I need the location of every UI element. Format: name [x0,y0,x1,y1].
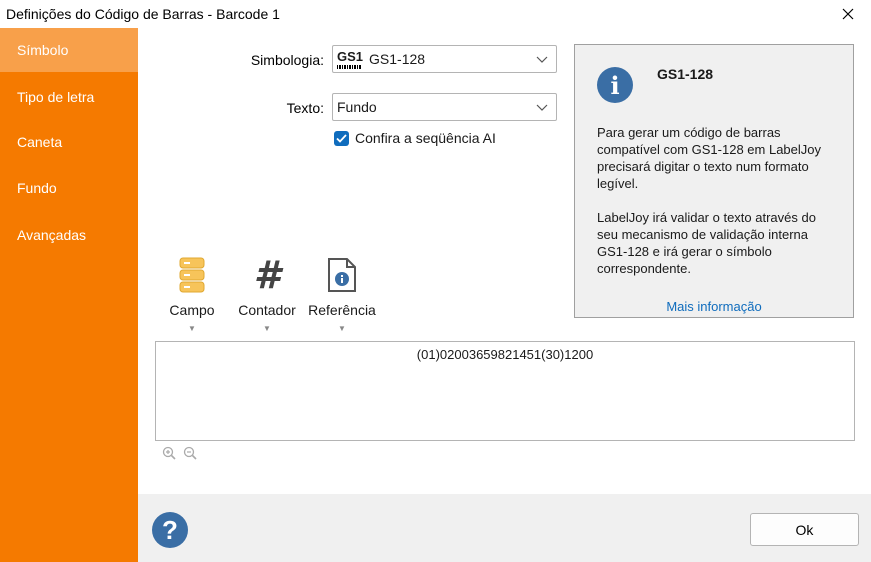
confirm-ai-label: Confira a seqüência AI [355,130,496,146]
sidebar-item-caneta[interactable]: Caneta [0,120,138,164]
sidebar: Símbolo Tipo de letra Caneta Fundo Avanç… [0,28,138,562]
sidebar-item-fundo[interactable]: Fundo [0,166,138,210]
symbology-select[interactable]: GS1 GS1-128 [332,45,557,73]
ok-button[interactable]: Ok [750,513,859,546]
confirm-ai-checkbox[interactable]: Confira a seqüência AI [334,130,496,146]
window-title: Definições do Código de Barras - Barcode… [6,6,280,22]
sidebar-item-avancadas[interactable]: Avançadas [0,213,138,257]
database-icon [179,257,205,293]
reference-tool-label: Referência [308,302,376,318]
symbology-value: GS1-128 [369,51,426,67]
field-tool-label: Campo [169,302,215,318]
gs1-bars-icon [337,65,361,69]
counter-tool-label: Contador [238,302,296,318]
text-select[interactable]: Fundo [332,93,557,121]
dropdown-caret-icon: ▼ [188,324,196,333]
close-icon [842,8,854,20]
symbology-label: Simbologia: [250,52,324,68]
chevron-down-icon [536,104,548,111]
text-value: Fundo [337,99,377,115]
hash-icon: # [253,253,281,297]
info-icon: i [597,67,633,103]
sidebar-item-tipo-de-letra[interactable]: Tipo de letra [0,75,138,119]
info-text: Para gerar um código de barras compatíve… [597,125,821,276]
help-icon[interactable]: ? [152,512,188,548]
info-title: GS1-128 [657,66,714,82]
counter-tool-button[interactable]: # Contador ▼ [227,253,307,333]
reference-tool-button[interactable]: Referência ▼ [302,256,382,333]
gs1-logo: GS1 [337,48,364,64]
info-panel: i GS1-128 Para gerar um código de barras… [574,44,854,318]
close-button[interactable] [825,0,871,28]
zoom-in-icon[interactable] [162,446,176,460]
field-tool-button[interactable]: Campo ▼ [152,256,232,333]
info-document-icon [328,258,356,292]
text-label: Texto: [286,100,324,116]
barcode-text-input[interactable]: (01)02003659821451(30)1200 [155,341,855,441]
dropdown-caret-icon: ▼ [263,324,271,333]
zoom-out-icon[interactable] [183,446,197,460]
title-bar: Definições do Código de Barras - Barcode… [0,0,871,28]
more-info-link[interactable]: Mais informação [575,299,853,314]
dropdown-caret-icon: ▼ [338,324,346,333]
checkbox-checked-icon[interactable] [334,130,349,146]
sidebar-item-simbolo[interactable]: Símbolo [0,28,138,72]
chevron-down-icon [536,56,548,63]
